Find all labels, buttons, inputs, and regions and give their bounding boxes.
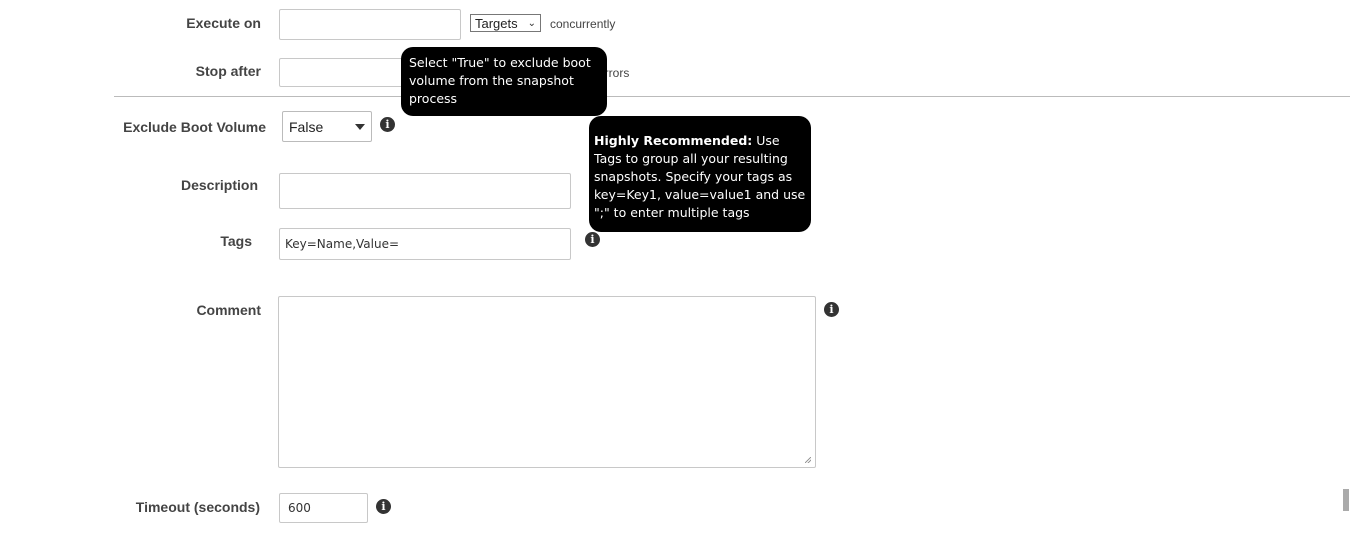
info-icon[interactable]: i [824, 302, 839, 317]
tags-tooltip: Highly Recommended: Use Tags to group al… [589, 116, 811, 232]
section-divider [114, 96, 1350, 97]
exclude-boot-volume-select[interactable]: False [282, 111, 372, 142]
execute-on-suffix: concurrently [550, 17, 616, 31]
exclude-boot-volume-label: Exclude Boot Volume [123, 119, 266, 135]
tags-input[interactable]: Key=Name,Value= [279, 228, 571, 260]
comment-textarea[interactable] [278, 296, 816, 468]
resize-handle-icon[interactable] [805, 457, 811, 463]
comment-label: Comment [196, 302, 261, 318]
exclude-boot-volume-value: False [289, 118, 324, 135]
tags-tooltip-bold: Highly Recommended: [594, 133, 753, 148]
scrollbar-thumb[interactable] [1343, 489, 1349, 511]
caret-down-icon [355, 123, 365, 130]
timeout-label: Timeout (seconds) [135, 499, 260, 515]
execute-on-input[interactable] [279, 9, 461, 40]
tags-label: Tags [220, 233, 252, 249]
info-icon[interactable]: i [585, 232, 600, 247]
description-input[interactable] [279, 173, 571, 209]
description-label: Description [180, 177, 258, 193]
execute-on-unit-value: Targets [475, 15, 518, 31]
execute-on-unit-select[interactable]: Targets ⌄ [470, 14, 541, 32]
execute-on-label: Execute on [186, 15, 261, 31]
exclude-boot-volume-tooltip-text: Select "True" to exclude boot volume fro… [409, 55, 591, 106]
exclude-boot-volume-tooltip: Select "True" to exclude boot volume fro… [401, 47, 607, 116]
stop-after-label: Stop after [195, 63, 261, 79]
info-icon[interactable]: i [376, 499, 391, 514]
info-icon[interactable]: i [380, 117, 395, 132]
timeout-input[interactable]: 600 [279, 493, 368, 523]
chevron-down-icon: ⌄ [527, 17, 536, 29]
